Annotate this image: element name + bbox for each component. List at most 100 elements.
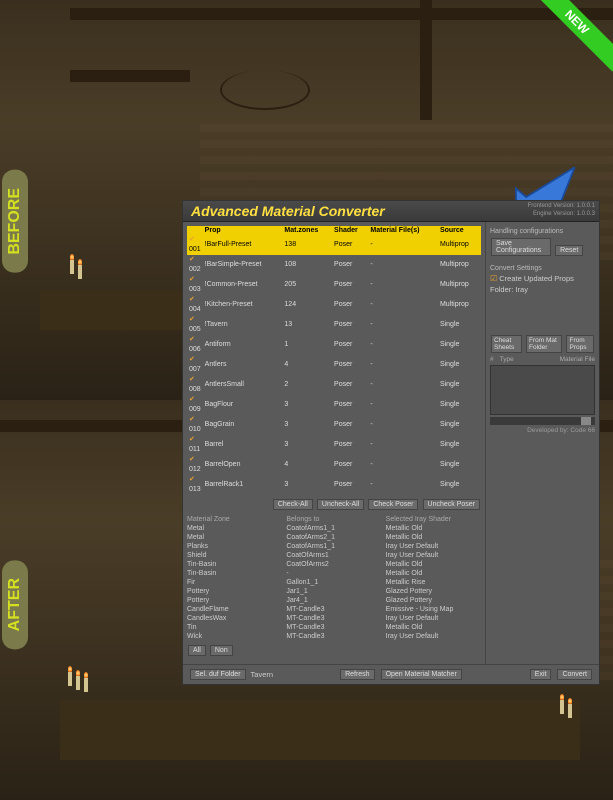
list-item[interactable]: Metallic Old — [386, 533, 481, 542]
list-item[interactable]: Glazed Pottery — [386, 596, 481, 605]
refresh-button[interactable]: Refresh — [340, 669, 375, 680]
check-all-button[interactable]: Check-All — [273, 499, 313, 510]
list-item[interactable]: CoatOfArms2 — [286, 560, 381, 569]
list-item[interactable]: CoatOfArms1 — [286, 551, 381, 560]
belongs-header: Belongs to — [286, 515, 381, 524]
list-item[interactable]: CoatofArms2_1 — [286, 533, 381, 542]
row-checkbox[interactable]: ✔ — [189, 456, 195, 463]
list-item[interactable]: Iray User Default — [386, 614, 481, 623]
new-ribbon-label: NEW — [533, 0, 613, 71]
list-item[interactable]: Wick — [187, 632, 282, 641]
list-item[interactable]: CandleFlame — [187, 605, 282, 614]
list-item[interactable]: Tin — [187, 623, 282, 632]
list-item[interactable]: MT-Candle3 — [286, 605, 381, 614]
row-checkbox[interactable]: ✔ — [189, 276, 195, 283]
list-item[interactable]: Tin-Basin — [187, 560, 282, 569]
row-checkbox[interactable]: ✔ — [189, 376, 195, 383]
from-mat-folder-button[interactable]: From Mat Folder — [526, 335, 562, 353]
list-item[interactable]: Planks — [187, 542, 282, 551]
list-item[interactable]: MT-Candle3 — [286, 632, 381, 641]
list-item[interactable]: MT-Candle3 — [286, 623, 381, 632]
folder-label: Folder: — [490, 285, 513, 294]
open-material-matcher-button[interactable]: Open Material Matcher — [381, 669, 462, 680]
candle-icon — [78, 265, 82, 279]
table-row[interactable]: ✔ 008AntlersSmall2Poser-Single — [187, 375, 481, 395]
table-row[interactable]: ✔ 007Antlers4Poser-Single — [187, 355, 481, 375]
list-item[interactable]: Iray User Default — [386, 551, 481, 560]
table-row[interactable]: ✔ 002!BarSimple-Preset108Poser-Multiprop — [187, 255, 481, 275]
version-info: Frontend Version: 1.0.0.1 Engine Version… — [528, 202, 595, 218]
convert-settings-label: Convert Settings — [490, 265, 595, 272]
exit-button[interactable]: Exit — [530, 669, 552, 680]
table-row[interactable]: ✔ 013BarrelRack13Poser-Single — [187, 475, 481, 495]
list-item[interactable]: Shield — [187, 551, 282, 560]
hash-header: # — [490, 356, 494, 363]
list-item[interactable]: CandlesWax — [187, 614, 282, 623]
material-file-header: Material File — [560, 356, 595, 363]
list-item[interactable]: Fir — [187, 578, 282, 587]
from-props-button[interactable]: From Props — [566, 335, 594, 353]
cheat-sheets-button[interactable]: Cheat Sheets — [491, 335, 522, 353]
row-checkbox[interactable]: ✔ — [189, 396, 195, 403]
list-item[interactable]: Pottery — [187, 587, 282, 596]
check-poser-button[interactable]: Check Poser — [368, 499, 418, 510]
create-updated-checkbox[interactable]: ☑ — [490, 274, 497, 283]
list-item[interactable]: Metallic Old — [386, 524, 481, 533]
chandelier-icon — [220, 70, 310, 110]
slider-handle[interactable] — [581, 417, 591, 425]
table-row[interactable]: ✔ 006Antiform1Poser-Single — [187, 335, 481, 355]
all-button[interactable]: All — [188, 645, 206, 656]
row-checkbox[interactable]: ✔ — [189, 256, 195, 263]
list-item[interactable]: Metal — [187, 533, 282, 542]
reset-button[interactable]: Reset — [555, 245, 583, 256]
table-row[interactable]: ✔ 009BagFlour3Poser-Single — [187, 395, 481, 415]
row-checkbox[interactable]: ✔ — [189, 416, 195, 423]
list-item[interactable]: Metal — [187, 524, 282, 533]
list-item[interactable]: Gallon1_1 — [286, 578, 381, 587]
list-item[interactable]: Tin-Basin — [187, 569, 282, 578]
list-item[interactable]: Metallic Old — [386, 560, 481, 569]
list-item[interactable]: CoatofArms1_1 — [286, 542, 381, 551]
convert-button[interactable]: Convert — [557, 669, 592, 680]
table-row[interactable]: ✔ 001!BarFull-Preset138Poser-Multiprop — [187, 235, 481, 255]
row-checkbox[interactable]: ✔ — [189, 336, 195, 343]
list-item[interactable]: Metallic Old — [386, 623, 481, 632]
list-item[interactable]: Jar4_1 — [286, 596, 381, 605]
uncheck-all-button[interactable]: Uncheck-All — [317, 499, 364, 510]
list-item[interactable]: Metallic Rise — [386, 578, 481, 587]
list-item[interactable]: CoatofArms1_1 — [286, 524, 381, 533]
row-checkbox[interactable]: ✔ — [189, 296, 195, 303]
sel-duf-folder-button[interactable]: Sel. duf Folder — [190, 669, 246, 680]
list-item[interactable]: Emissive - Using Map — [386, 605, 481, 614]
save-config-button[interactable]: Save Configurations — [491, 238, 551, 256]
col-matzones[interactable]: Mat.zones — [282, 226, 332, 235]
col-source[interactable]: Source — [438, 226, 481, 235]
table-row[interactable]: ✔ 004!Kitchen-Preset124Poser-Multiprop — [187, 295, 481, 315]
table-row[interactable]: ✔ 005!Tavern13Poser-Single — [187, 315, 481, 335]
table-row[interactable]: ✔ 010BagGrain3Poser-Single — [187, 415, 481, 435]
col-matfiles[interactable]: Material File(s) — [368, 226, 438, 235]
col-shader[interactable]: Shader — [332, 226, 368, 235]
non-button[interactable]: Non — [210, 645, 233, 656]
row-checkbox[interactable]: ✔ — [189, 476, 195, 483]
slider[interactable] — [490, 417, 595, 425]
list-item[interactable]: Iray User Default — [386, 542, 481, 551]
material-file-list[interactable] — [490, 365, 595, 415]
handling-label: Handling configurations — [490, 228, 595, 235]
list-item[interactable]: Metallic Old — [386, 569, 481, 578]
list-item[interactable]: Glazed Pottery — [386, 587, 481, 596]
list-item[interactable]: Jar1_1 — [286, 587, 381, 596]
list-item[interactable]: Pottery — [187, 596, 282, 605]
list-item[interactable]: Iray User Default — [386, 632, 481, 641]
table-row[interactable]: ✔ 003!Common-Preset205Poser-Multiprop — [187, 275, 481, 295]
table-row[interactable]: ✔ 011Barrel3Poser-Single — [187, 435, 481, 455]
table-row[interactable]: ✔ 012BarrelOpen4Poser-Single — [187, 455, 481, 475]
row-checkbox[interactable]: ✔ — [189, 356, 195, 363]
row-checkbox[interactable]: ✔ — [189, 436, 195, 443]
row-checkbox[interactable]: ✔ — [189, 236, 195, 243]
uncheck-poser-button[interactable]: Uncheck Poser — [423, 499, 480, 510]
col-prop[interactable]: Prop — [203, 226, 283, 235]
list-item[interactable]: MT-Candle3 — [286, 614, 381, 623]
row-checkbox[interactable]: ✔ — [189, 316, 195, 323]
list-item[interactable]: - — [286, 569, 381, 578]
